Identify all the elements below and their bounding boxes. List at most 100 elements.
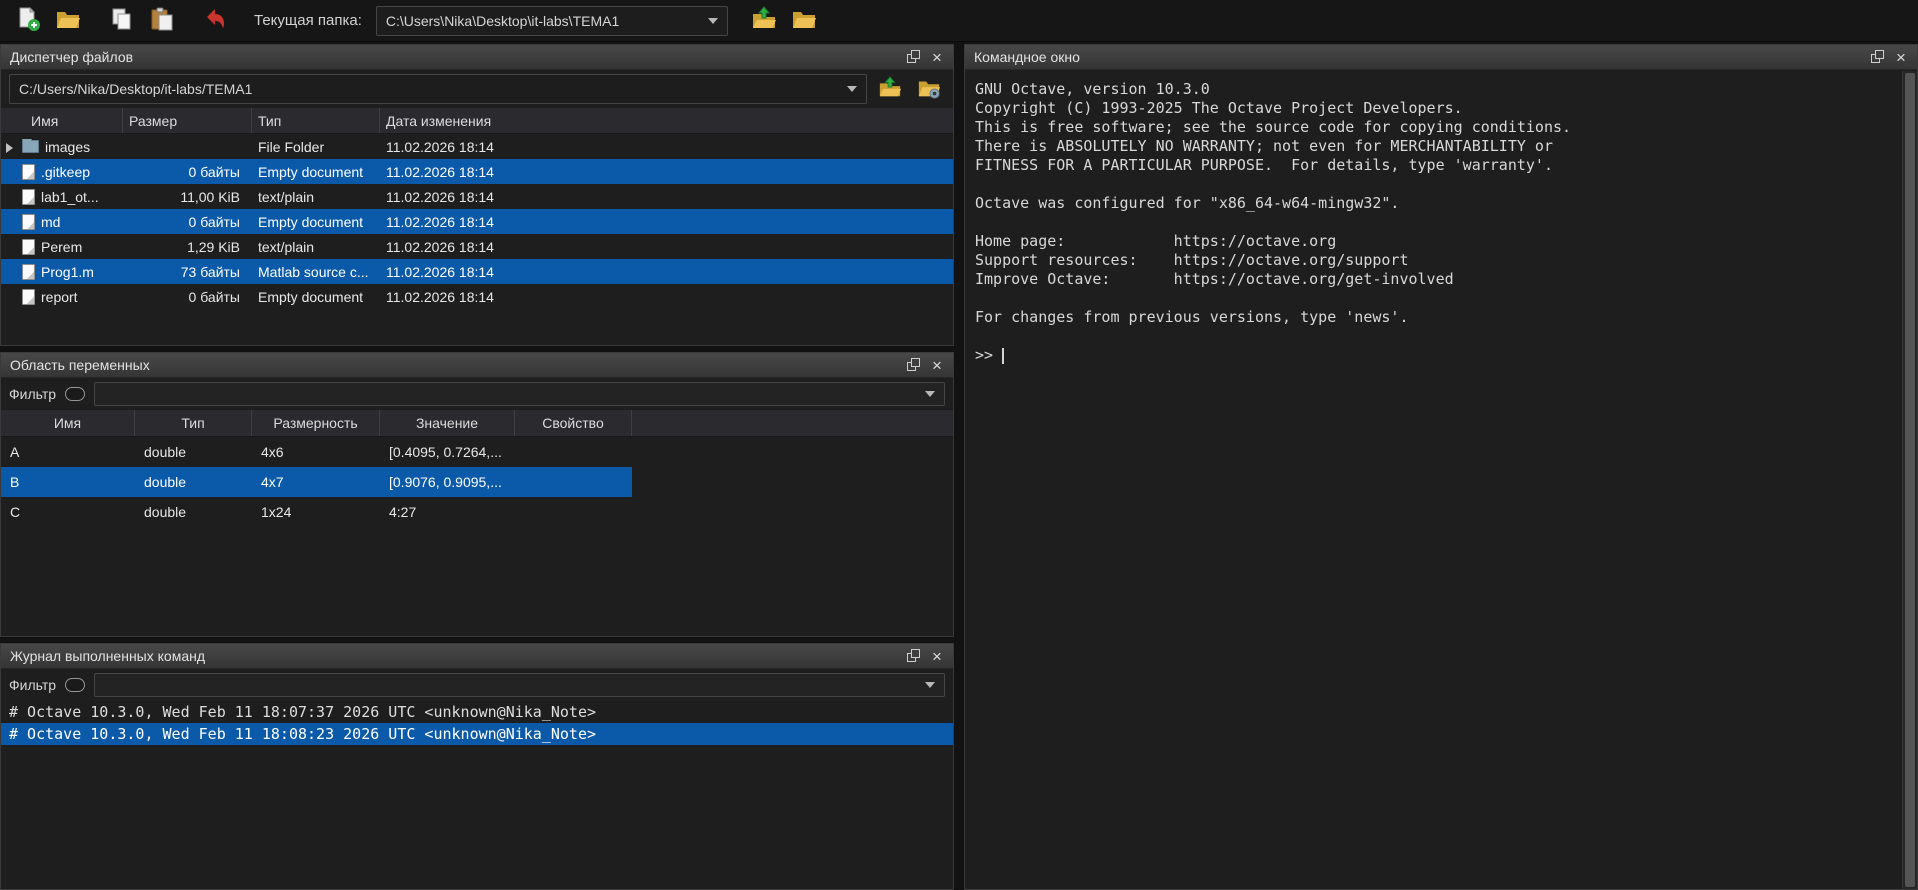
file-name-cell: .gitkeep (1, 164, 123, 180)
history-entry[interactable]: # Octave 10.3.0, Wed Feb 11 18:07:37 202… (1, 701, 953, 723)
undock-button[interactable] (901, 646, 925, 667)
undock-button[interactable] (1865, 47, 1889, 68)
command-prompt: >> (975, 346, 1902, 365)
filter-checkbox[interactable] (65, 387, 85, 401)
file-browser-panel: Диспетчер файлов × C:/Users/Nika/Desktop… (0, 44, 954, 346)
command-window-body[interactable]: GNU Octave, version 10.3.0 Copyright (C)… (965, 71, 1902, 889)
folder-up-button[interactable] (746, 3, 782, 39)
folder-actions-icon (917, 76, 941, 103)
one-directory-up-button[interactable] (874, 74, 906, 104)
copy-button[interactable] (104, 3, 140, 39)
current-folder-label: Текущая папка: (254, 12, 362, 29)
expand-arrow-icon[interactable] (6, 267, 16, 277)
workspace-titlebar[interactable]: Область переменных × (1, 353, 953, 378)
command-history-panel: Журнал выполненных команд × Фильтр # Oct… (0, 643, 954, 890)
close-button[interactable]: × (1889, 47, 1913, 68)
variable-row[interactable]: C double 1x24 4:27 (1, 497, 632, 527)
column-header-type[interactable]: Тип (252, 108, 380, 133)
workspace-table-header: Имя Тип Размерность Значение Свойство (1, 410, 953, 437)
undock-button[interactable] (901, 47, 925, 68)
column-header-value[interactable]: Значение (380, 410, 515, 436)
chevron-down-icon (708, 18, 718, 24)
expand-arrow-icon[interactable] (6, 242, 16, 252)
column-header-size[interactable]: Размер (123, 108, 252, 133)
file-name-cell: Perem (1, 239, 123, 255)
open-folder-icon (55, 6, 81, 35)
file-name-cell: images (1, 139, 123, 155)
file-size-cell: 11,00 KiB (123, 189, 252, 205)
file-type-cell: File Folder (252, 139, 380, 155)
variable-value-cell: [0.4095, 0.7264,... (380, 444, 515, 460)
close-button[interactable]: × (925, 355, 949, 376)
expand-arrow-icon[interactable] (6, 292, 16, 302)
open-button[interactable] (50, 3, 86, 39)
file-row[interactable]: report 0 байты Empty document 11.02.2026… (1, 284, 953, 309)
filter-label: Фильтр (9, 677, 56, 693)
file-table-header: Имя Размер Тип Дата изменения (1, 108, 953, 134)
expand-arrow-icon[interactable] (6, 142, 16, 152)
variable-row[interactable]: B double 4x7 [0.9076, 0.9095,... (1, 467, 632, 497)
current-folder-combobox[interactable]: C:\Users\Nika\Desktop\it-labs\TEMA1 (376, 6, 728, 36)
column-header-name[interactable]: Имя (1, 410, 135, 436)
file-row[interactable]: md 0 байты Empty document 11.02.2026 18:… (1, 209, 953, 234)
panel-title: Область переменных (10, 357, 901, 373)
expand-arrow-icon[interactable] (6, 192, 16, 202)
file-size-cell: 0 байты (123, 289, 252, 305)
file-row[interactable]: Prog1.m 73 байты Matlab source c... 11.0… (1, 259, 953, 284)
command-window-titlebar[interactable]: Командное окно × (965, 45, 1917, 70)
prompt-symbol: >> (975, 346, 993, 365)
undock-button[interactable] (901, 355, 925, 376)
file-name: images (45, 139, 90, 155)
file-type-icon (22, 189, 35, 205)
chevron-down-icon (925, 682, 935, 688)
close-button[interactable]: × (925, 47, 949, 68)
text-cursor (1002, 348, 1004, 364)
paste-button[interactable] (144, 3, 180, 39)
close-button[interactable]: × (925, 646, 949, 667)
file-browser-path-combobox[interactable]: C:/Users/Nika/Desktop/it-labs/TEMA1 (9, 74, 867, 104)
file-type-icon (22, 164, 35, 180)
folder-actions-button[interactable] (913, 74, 945, 104)
file-size-cell: 0 байты (123, 214, 252, 230)
file-row[interactable]: lab1_ot... 11,00 KiB text/plain 11.02.20… (1, 184, 953, 209)
history-list: # Octave 10.3.0, Wed Feb 11 18:07:37 202… (1, 701, 953, 745)
undo-button[interactable] (198, 3, 234, 39)
column-header-name[interactable]: Имя (1, 108, 123, 133)
file-type-cell: Empty document (252, 164, 380, 180)
file-type-icon (22, 140, 39, 153)
workspace-filter-combobox[interactable] (94, 382, 945, 406)
history-titlebar[interactable]: Журнал выполненных команд × (1, 644, 953, 669)
history-entry[interactable]: # Octave 10.3.0, Wed Feb 11 18:08:23 202… (1, 723, 953, 745)
column-header-attribute[interactable]: Свойство (515, 410, 632, 436)
file-name: md (41, 214, 60, 230)
file-name: Perem (41, 239, 82, 255)
panel-title: Диспетчер файлов (10, 49, 901, 65)
vertical-scrollbar[interactable] (1902, 71, 1917, 889)
variable-type-cell: double (135, 474, 252, 490)
expand-arrow-icon[interactable] (6, 167, 16, 177)
variable-value-cell: 4:27 (380, 504, 515, 520)
new-script-button[interactable] (10, 3, 46, 39)
browse-folder-button[interactable] (786, 3, 822, 39)
filter-checkbox[interactable] (65, 678, 85, 692)
column-header-date[interactable]: Дата изменения (380, 108, 953, 133)
folder-up-icon (751, 6, 777, 35)
current-folder-value: C:\Users\Nika\Desktop\it-labs\TEMA1 (386, 13, 619, 29)
file-row[interactable]: images File Folder 11.02.2026 18:14 (1, 134, 953, 159)
column-header-type[interactable]: Тип (135, 410, 252, 436)
scrollbar-thumb[interactable] (1905, 73, 1915, 887)
history-filter-row: Фильтр (1, 669, 953, 701)
file-date-cell: 11.02.2026 18:14 (380, 164, 953, 180)
file-row[interactable]: Perem 1,29 KiB text/plain 11.02.2026 18:… (1, 234, 953, 259)
new-script-icon (15, 6, 41, 35)
file-type-cell: text/plain (252, 189, 380, 205)
column-header-dims[interactable]: Размерность (252, 410, 380, 436)
variable-row[interactable]: A double 4x6 [0.4095, 0.7264,... (1, 437, 632, 467)
file-browser-titlebar[interactable]: Диспетчер файлов × (1, 45, 953, 70)
file-row[interactable]: .gitkeep 0 байты Empty document 11.02.20… (1, 159, 953, 184)
file-type-cell: Empty document (252, 214, 380, 230)
file-name: .gitkeep (41, 164, 90, 180)
history-filter-combobox[interactable] (94, 673, 945, 697)
workspace-panel: Область переменных × Фильтр Имя Тип Разм… (0, 352, 954, 637)
expand-arrow-icon[interactable] (6, 217, 16, 227)
